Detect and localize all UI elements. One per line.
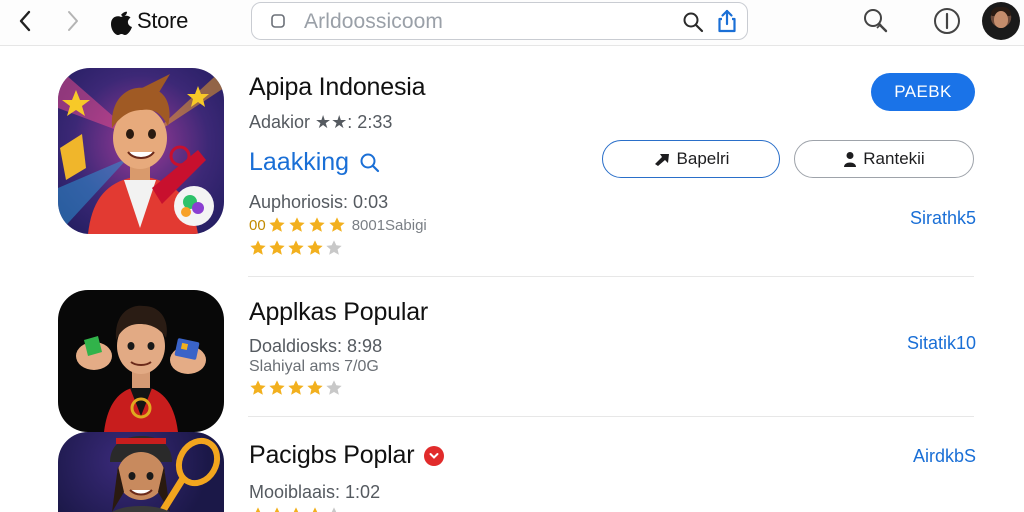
chevron-right-icon <box>68 11 78 31</box>
share-app-button[interactable]: Bapelri <box>602 140 780 178</box>
star-icon <box>269 217 285 232</box>
app-meta: Adakior ★★: 2:33 <box>249 112 393 132</box>
verified-badge <box>424 445 445 466</box>
section-divider <box>248 416 974 417</box>
share-icon[interactable] <box>715 8 739 34</box>
person-icon <box>844 152 857 167</box>
see-more-link[interactable]: AirdkbS <box>913 446 976 467</box>
see-more-link[interactable]: Sitatik10 <box>907 333 976 354</box>
app-sub-meta: Slahiyal ams 7/0G <box>249 358 379 375</box>
address-search-bar[interactable]: Arldoossicoom <box>251 2 748 40</box>
rate-app-label: Rantekii <box>863 149 925 168</box>
top-toolbar: Store Arldoossicoom <box>0 0 1024 46</box>
app-icon-apipa-indonesia[interactable] <box>58 68 224 234</box>
app-meta: Doaldiosks: 8:98 <box>249 336 383 356</box>
star-icon <box>329 217 345 232</box>
search-tool-button[interactable] <box>861 6 891 36</box>
share-app-label: Bapelri <box>676 149 730 168</box>
cartoon-hero-icon <box>58 68 224 234</box>
app-icon-pacigbs-poplar[interactable] <box>58 432 224 512</box>
store-brand[interactable]: Store <box>108 6 188 36</box>
star-filled-icon <box>269 240 285 255</box>
chevron-left-icon <box>19 10 31 32</box>
get-button[interactable]: PAEBK <box>871 73 975 111</box>
star-rating <box>249 239 343 257</box>
star-filled-icon <box>274 507 280 512</box>
page-icon <box>271 14 285 28</box>
star-icon <box>309 217 325 232</box>
see-more-link[interactable]: Sirathk5 <box>910 208 976 229</box>
app-sub-meta: Auphoriosis: 0:03 <box>249 192 389 212</box>
rating-prefix: 00 <box>249 216 266 234</box>
search-icon[interactable] <box>682 11 704 33</box>
star-icon <box>289 217 305 232</box>
star-rating <box>249 379 343 397</box>
app-rating-line: 00 8001Sabigi <box>249 216 427 234</box>
star-filled-icon <box>312 507 318 512</box>
app-title: Pacigbs Poplar <box>249 441 415 469</box>
back-button[interactable] <box>12 8 38 34</box>
cartoon-man-icon <box>76 305 206 432</box>
store-label: Store <box>137 8 189 33</box>
info-icon <box>934 8 960 34</box>
apple-logo-icon <box>111 11 132 36</box>
app-title[interactable]: Applkas Popular <box>249 298 428 327</box>
star-filled-icon <box>250 240 266 255</box>
search-input[interactable]: Arldoossicoom <box>304 10 443 34</box>
forward-button[interactable] <box>60 8 86 34</box>
app-title[interactable]: Apipa Indonesia <box>249 73 426 102</box>
star-filled-icon <box>307 380 323 395</box>
rating-text: 8001Sabigi <box>351 216 427 234</box>
avatar-face <box>994 11 1008 28</box>
rate-app-button[interactable]: Rantekii <box>794 140 974 178</box>
app-link-label: Laakking <box>249 148 350 176</box>
app-icon-applkas-popular[interactable] <box>58 290 224 432</box>
info-button[interactable] <box>932 6 962 36</box>
search-icon <box>360 153 380 172</box>
magnifier-icon <box>864 9 888 33</box>
star-filled-icon <box>288 380 304 395</box>
star-filled-icon <box>269 380 285 395</box>
chevron-down-icon <box>429 452 439 459</box>
app-title-row[interactable]: Pacigbs Poplar <box>249 441 445 470</box>
arrow-icon <box>654 154 669 166</box>
section-divider <box>248 276 974 277</box>
star-empty-icon <box>326 380 342 395</box>
star-filled-icon <box>255 507 261 512</box>
star-filled-icon <box>250 380 266 395</box>
user-avatar[interactable] <box>982 2 1020 40</box>
star-empty-icon <box>326 240 342 255</box>
star-filled-icon <box>293 507 299 512</box>
app-link[interactable]: Laakking <box>249 148 381 177</box>
star-rating <box>249 506 343 512</box>
star-filled-icon <box>307 240 323 255</box>
star-filled-icon <box>288 240 304 255</box>
cartoon-warrior-icon <box>110 436 221 512</box>
star-empty-icon <box>331 507 337 512</box>
app-meta: Mooiblaais: 1:02 <box>249 482 381 502</box>
